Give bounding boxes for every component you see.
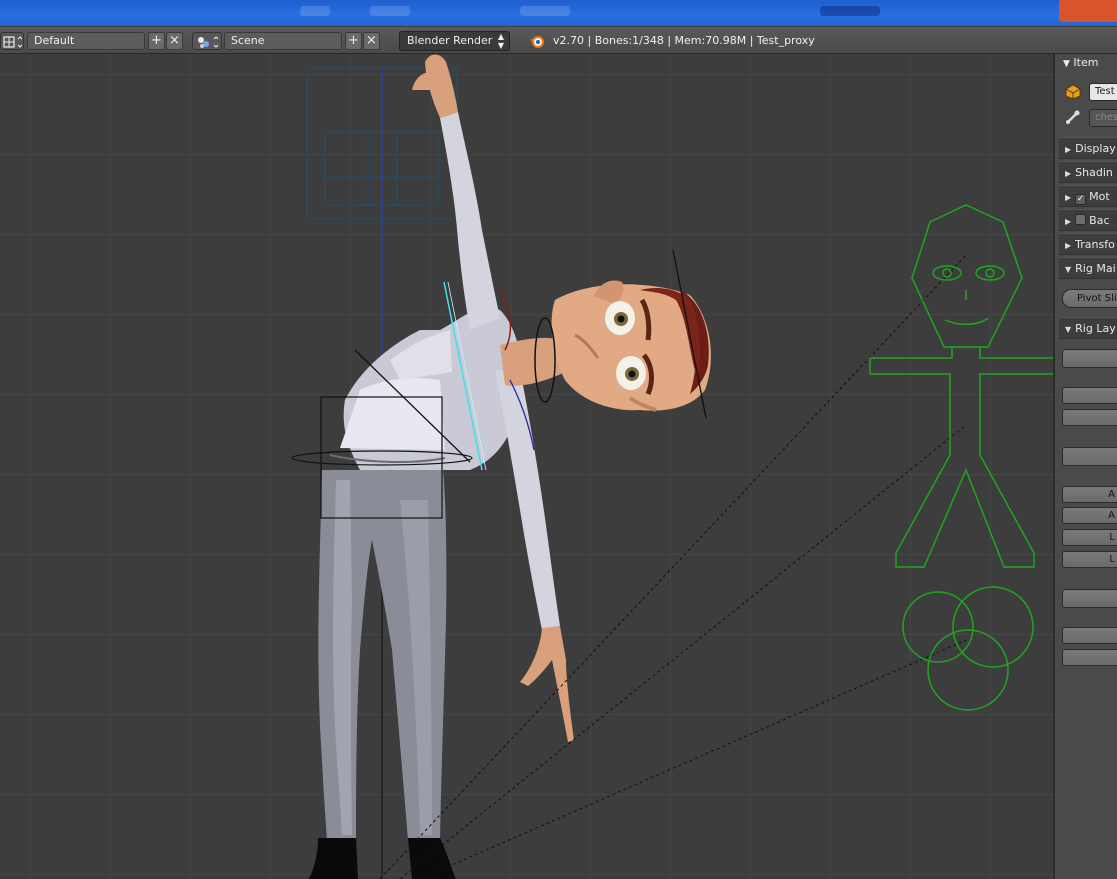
blender-logo-icon [530,36,544,48]
render-engine-select[interactable]: Blender Render ▲ ▼ [399,31,510,51]
add-scene-button[interactable]: + [345,32,362,50]
triangle-right-icon: ▶ [1065,241,1072,250]
object-name-field[interactable]: Test [1089,83,1117,101]
character-hanging-arm [495,370,574,742]
rig-layer-button[interactable]: L [1062,529,1117,546]
delete-layout-button[interactable]: × [166,32,183,50]
bone-name-field[interactable]: ches [1089,109,1117,127]
triangle-down-icon: ▼ [1065,325,1072,334]
delete-scene-button[interactable]: × [363,32,380,50]
scene-icon[interactable] [192,32,222,50]
rig-layer-button[interactable] [1062,349,1117,368]
window-close-button[interactable] [1059,0,1117,22]
section-rig-main[interactable]: ▼ Rig Mai [1059,257,1117,279]
triangle-down-icon: ▼ [1065,265,1072,274]
rig-layer-button[interactable] [1062,409,1117,426]
pivot-slide-button[interactable]: Pivot Slic [1062,289,1117,308]
rig-layer-button[interactable]: A [1062,507,1117,524]
section-display[interactable]: ▶ Display [1059,137,1117,159]
section-label: Rig Mai [1075,262,1116,275]
section-label: Mot [1089,190,1110,203]
3d-viewport[interactable] [0,54,1053,879]
section-label: Rig Lay [1075,322,1116,335]
section-label: Display [1075,142,1116,155]
character-head [500,280,711,412]
chevron-updown-icon: ▲ ▼ [497,32,504,50]
add-layout-button[interactable]: + [148,32,165,50]
scene-stats: v2.70 | Bones:1/348 | Mem:70.98M | Test_… [553,34,815,47]
background-checkbox[interactable] [1075,214,1087,225]
title-bar-blur [370,6,410,16]
triangle-right-icon: ▶ [1065,169,1072,178]
bone-icon [1066,110,1080,124]
title-bar-blur [300,6,330,16]
triangle-right-icon: ▶ [1065,217,1072,226]
face-control-widget [869,204,1053,711]
triangle-down-icon: ▼ [1063,59,1070,69]
section-label: Shadin [1075,166,1113,179]
section-transform[interactable]: ▶ Transfo [1059,233,1117,255]
scene-field[interactable]: Scene [224,32,342,50]
character-raised-arm [412,54,500,330]
rig-layer-button[interactable]: A [1062,486,1117,503]
os-title-bar [0,0,1117,26]
item-panel-header[interactable]: ▼ Item [1063,56,1098,69]
rig-layer-button[interactable] [1062,627,1117,644]
rig-layer-button[interactable]: L [1062,551,1117,568]
screen-layout-icon[interactable] [0,32,24,50]
section-label: Transfo [1075,238,1115,251]
section-background[interactable]: ▶ Bac [1059,209,1117,231]
rig-layer-button[interactable] [1062,589,1117,608]
item-title: Item [1073,56,1099,69]
rig-layer-button[interactable] [1062,649,1117,666]
rig-layer-button[interactable] [1062,387,1117,404]
screen-layout-field[interactable]: Default [27,32,145,50]
viewport-scene [291,54,1053,879]
section-motion[interactable]: ▶ ✓ Mot [1059,185,1117,207]
motion-checkbox[interactable]: ✓ [1075,194,1087,205]
title-bar-blur [520,6,570,16]
character-torso [329,307,522,470]
title-bar-blur [820,6,880,16]
render-engine-label: Blender Render [407,34,493,47]
triangle-right-icon: ▶ [1065,145,1072,154]
section-shading[interactable]: ▶ Shadin [1059,161,1117,183]
properties-side-panel: ▼ Item Test ches ▶ Display ▶ Shadin ▶ ✓ Mot … [1053,54,1117,879]
rig-layer-button[interactable] [1062,447,1117,466]
triangle-right-icon: ▶ [1065,193,1072,202]
section-label: Bac [1089,214,1110,227]
object-cube-icon [1065,84,1081,100]
info-header: Default + × Scene + × Blender Render ▲ ▼ … [0,27,1117,54]
section-rig-layers[interactable]: ▼ Rig Lay [1059,317,1117,339]
